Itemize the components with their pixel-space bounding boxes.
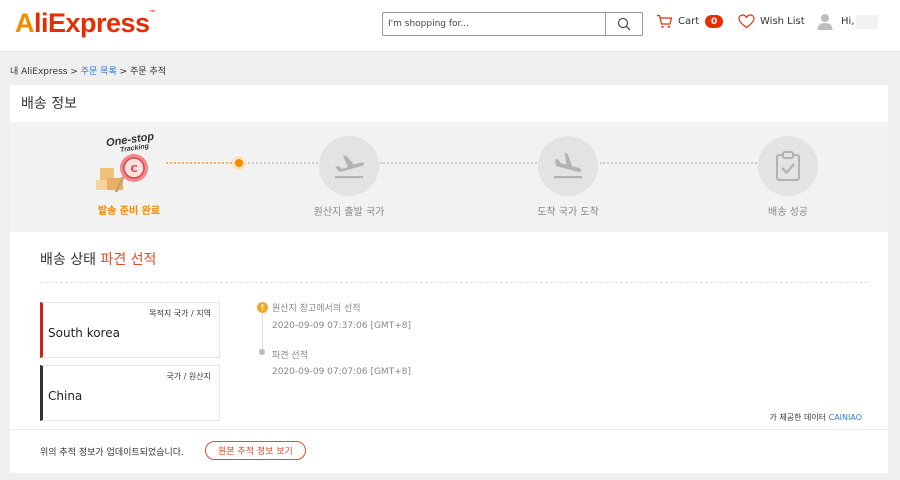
svg-text:C: C [130,164,137,175]
destination-caption: 목적지 국가 / 지역 [149,309,211,318]
heart-icon [738,14,755,29]
progress-line [248,162,318,164]
step-label-delivered: 배송 성공 [768,207,808,218]
event-time: 2020-09-09 07:07:06 [GMT+8] [272,367,411,377]
clipboard-check-icon [776,151,800,181]
divider [40,282,868,283]
breadcrumb-home[interactable]: 내 AliExpress [10,67,67,77]
breadcrumb-separator: > [70,67,78,77]
step-delivered [758,136,818,196]
breadcrumb-orders-link[interactable]: 주문 목록 [81,67,117,77]
breadcrumb: 내 AliExpress > 주문 목록 > 주문 추적 [10,64,166,77]
current-step-marker [232,156,246,170]
plane-landing-icon [554,153,582,179]
wishlist-link[interactable]: Wish List [738,14,805,29]
delivery-status: 배송 상태 파견 선적 [40,249,156,269]
username-redacted [856,14,879,29]
progress-line [380,162,537,164]
step-label-departure: 원산지 출발 국가 [313,207,385,218]
cart-icon [657,14,673,28]
step-origin-departure [319,136,379,196]
shipping-info-card: 배송 정보 C One-stop Tracking 발송 준비 완료 원산지 출… [10,85,888,473]
destination-value: South korea [48,326,120,340]
origin-box: 국가 / 원산지 China [40,365,220,421]
user-menu[interactable]: Hi, [817,13,879,30]
search-input[interactable] [383,13,607,35]
data-source-brand[interactable]: CAINIAO [829,413,862,422]
cart-count-badge: 0 [705,15,724,28]
user-greeting: Hi, [841,16,855,27]
progress-line-done [166,162,232,164]
origin-caption: 국가 / 원산지 [166,372,211,381]
page-title: 배송 정보 [21,96,77,112]
origin-value: China [48,389,83,403]
avatar-icon [817,14,833,30]
search-icon [617,17,631,31]
event-title: 파견 선적 [272,351,308,361]
step-label-arrival: 도착 국가 도착 [537,207,599,218]
breadcrumb-separator: > [119,67,128,77]
search-box [382,12,643,36]
event-time: 2020-09-09 07:37:06 [GMT+8] [272,321,411,331]
divider [10,429,888,430]
timeline-dot [259,349,265,355]
data-source-prefix: 가 제공한 데이터 [769,413,827,422]
one-stop-tracking-illustration: C One-stop Tracking [94,130,166,196]
wishlist-label: Wish List [760,16,805,27]
plane-takeoff-icon [335,155,365,179]
search-button[interactable] [605,13,642,35]
view-raw-tracking-button[interactable]: 원본 추적 정보 보기 [205,441,306,460]
progress-line [600,162,757,164]
timeline-line [262,310,263,350]
aliexpress-logo[interactable]: AliExpress™ [15,8,156,39]
update-notice: 위의 추적 정보가 업데이트되었습니다. [40,448,184,458]
tracking-progress: C One-stop Tracking 발송 준비 완료 원산지 출발 국가 도… [10,122,888,232]
destination-box: 목적지 국가 / 지역 South korea [40,302,220,358]
cart-label: Cart [678,16,700,27]
step-destination-arrival [538,136,598,196]
status-value: 파견 선적 [100,252,157,268]
data-source: 가 제공한 데이터 CAINIAO [769,412,862,423]
cart-link[interactable]: Cart 0 [656,14,724,29]
step-label-ready: 발송 준비 완료 [97,206,161,217]
exclamation-icon: ! [257,302,268,313]
breadcrumb-current: 주문 추적 [130,67,167,77]
event-title: 원산지 창고에서의 선적 [272,304,361,314]
status-label: 배송 상태 [40,252,96,268]
top-header: AliExpress™ Cart 0 Wish List Hi, [0,0,900,52]
